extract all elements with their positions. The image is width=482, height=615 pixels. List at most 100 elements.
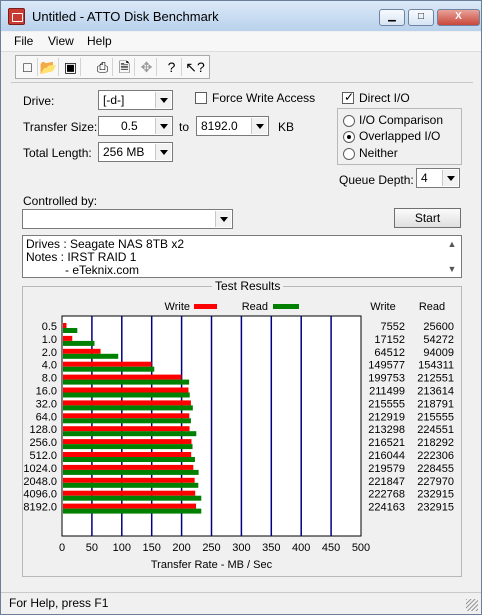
write-bar [63,374,182,380]
chevron-down-icon[interactable] [155,144,171,160]
write-bar [63,464,194,470]
write-bar [63,490,196,496]
queue-depth-label: Queue Depth: [339,173,414,187]
notes-line-credit: - eTeknix.com [65,263,140,277]
read-value: 215555 [417,411,454,423]
context-help-icon[interactable]: ↖? [185,58,205,76]
x-tick-label: 50 [86,542,98,554]
print-icon[interactable]: ⎙ [93,58,113,76]
minimize-button[interactable]: ▁ [379,9,405,26]
start-button[interactable]: Start [394,208,461,228]
read-bar [63,340,95,346]
read-bar [63,457,195,462]
status-bar: For Help, press F1 [1,592,481,614]
chevron-down-icon[interactable] [251,118,267,134]
category-label: 16.0 [36,386,57,398]
write-bar [63,413,190,419]
read-value: 218791 [417,398,454,410]
category-label: 1024.0 [23,463,57,475]
chevron-down-icon[interactable] [215,211,231,227]
menu-view[interactable]: View [48,34,74,48]
transfer-from-value: 0.5 [121,119,138,133]
menu-help[interactable]: Help [87,34,112,48]
read-bar [63,392,190,398]
app-icon [8,8,25,25]
read-bar [63,431,197,437]
category-label: 4096.0 [23,489,57,501]
write-value: 216521 [368,437,405,449]
queue-depth-value: 4 [421,171,428,185]
window-title: Untitled - ATTO Disk Benchmark [32,9,219,24]
resize-grip-icon[interactable] [466,599,478,611]
transfer-from-combo[interactable]: 0.5 [98,116,173,136]
toolbar-separator [11,82,473,83]
write-bar [63,400,191,406]
direct-io-checkbox[interactable] [342,90,354,104]
save-disk-icon[interactable]: ▣ [61,58,81,76]
direct-io-label: Direct I/O [359,91,410,105]
read-value: 224551 [417,424,454,436]
chevron-down-icon[interactable] [442,170,458,186]
category-label: 8192.0 [23,502,57,514]
title-bar[interactable]: Untitled - ATTO Disk Benchmark ▁ □ X [1,1,481,31]
write-value: 149577 [368,360,405,372]
scroll-up-icon[interactable]: ▲ [444,237,460,251]
new-document-icon[interactable]: □ [18,58,38,76]
io-comparison-radio[interactable] [343,115,355,127]
drive-combo[interactable]: [-d-] [98,90,173,110]
category-label: 128.0 [29,424,57,436]
read-bar [63,469,199,475]
write-value: 224163 [368,502,405,514]
force-write-checkbox[interactable] [195,92,207,104]
category-label: 0.5 [42,321,57,333]
menu-bar: File View Help [1,32,481,52]
status-text: For Help, press F1 [9,596,109,610]
print-preview-icon[interactable]: 🗎 [115,58,135,76]
write-value: 199753 [368,373,405,385]
test-results-panel: Test Results 0 50 100 150 200 250 300 350 400 450… [22,279,462,577]
legend-write-swatch [194,304,217,309]
move-icon: ✥ [137,58,157,76]
chevron-down-icon[interactable] [155,92,171,108]
queue-depth-combo[interactable]: 4 [416,168,460,188]
overlapped-io-radio[interactable] [343,131,355,143]
atto-window: Untitled - ATTO Disk Benchmark ▁ □ X Fil… [0,0,482,615]
force-write-label: Force Write Access [212,91,316,105]
overlapped-io-label: Overlapped I/O [359,129,441,143]
menu-file[interactable]: File [14,34,33,48]
scroll-down-icon[interactable]: ▼ [444,262,460,276]
category-label: 4.0 [42,360,57,372]
help-icon[interactable]: ? [162,58,182,76]
read-value: 54272 [423,334,454,346]
total-length-combo[interactable]: 256 MB [98,142,173,162]
write-bar [63,439,192,445]
transfer-to-combo[interactable]: 8192.0 [196,116,269,136]
notes-textarea[interactable]: Drives : Seagate NAS 8TB x2 Notes : IRST… [22,235,462,278]
neither-radio[interactable] [343,148,355,160]
maximize-button[interactable]: □ [408,9,434,26]
x-tick-label: 350 [262,542,280,554]
read-value: 228455 [417,463,454,475]
write-value: 17152 [374,334,405,346]
close-button[interactable]: X [437,9,480,26]
category-label: 512.0 [29,450,57,462]
read-column-header: Read [419,301,445,313]
x-tick-label: 200 [172,542,190,554]
controlled-by-label: Controlled by: [23,194,98,208]
legend-read-swatch [273,304,299,309]
controlled-by-combo[interactable] [22,209,233,229]
category-label: 256.0 [29,437,57,449]
write-value: 212919 [368,411,405,423]
total-length-value: 256 MB [103,145,145,159]
notes-line-notes: Notes : IRST RAID 1 [26,250,137,264]
open-folder-icon[interactable]: 📂 [39,58,59,76]
read-value: 154311 [418,360,454,372]
drive-value: [-d-] [103,93,125,107]
read-value: 218292 [417,437,454,449]
read-bar [63,328,78,333]
read-value: 232915 [417,502,454,514]
chevron-down-icon[interactable] [155,118,171,134]
x-tick-label: 0 [59,542,65,554]
notes-line-drives: Drives : Seagate NAS 8TB x2 [26,237,185,251]
write-bar [63,387,189,393]
